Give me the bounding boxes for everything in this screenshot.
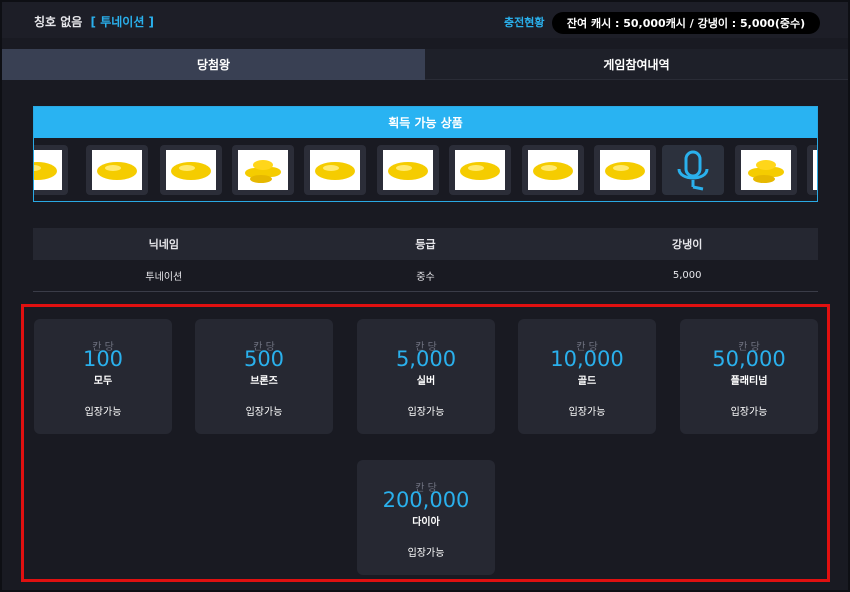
prize-item <box>34 145 68 195</box>
header-corn: 강냉이 <box>671 238 703 251</box>
room-status: 입장가능 <box>407 407 445 418</box>
prize-item <box>662 145 724 195</box>
prize-item <box>807 145 817 195</box>
prize-item <box>449 145 511 195</box>
user-title: 칭호 없음 [ 투네이션 ] <box>34 13 154 30</box>
corn-icon <box>528 150 578 190</box>
tab-game-history[interactable]: 게임참여내역 <box>425 49 848 80</box>
prize-panel-title: 획득 가능 상품 <box>34 107 817 138</box>
tab-winners[interactable]: 당첨왕 <box>2 49 425 80</box>
room-amount: 50,000 <box>712 347 786 371</box>
nickname-link[interactable]: [ 투네이션 ] <box>91 15 155 29</box>
prize-item <box>522 145 584 195</box>
room-card-50000[interactable]: 칸 당 50,000 플래티넘 입장가능 <box>680 319 818 434</box>
room-card-10000[interactable]: 칸 당 10,000 골드 입장가능 <box>518 319 656 434</box>
corn-icon <box>383 150 433 190</box>
microphone-icon <box>673 149 713 191</box>
cell-grade: 중수 <box>416 272 435 283</box>
prize-item <box>86 145 148 195</box>
corn-icon <box>34 150 62 190</box>
header-nickname: 닉네임 <box>148 238 180 251</box>
cell-corn: 5,000 <box>672 270 702 281</box>
user-info-table: 닉네임 등급 강냉이 투네이션 중수 5,000 <box>33 228 818 292</box>
cell-nickname: 투네이션 <box>145 272 183 283</box>
prize-item <box>304 145 366 195</box>
charge-status-link[interactable]: 충전현황 <box>504 14 544 30</box>
room-card-5000[interactable]: 칸 당 5,000 실버 입장가능 <box>357 319 495 434</box>
room-amount: 500 <box>243 347 285 371</box>
corn-icon <box>166 150 216 190</box>
room-amount: 100 <box>82 347 124 371</box>
balance-badge: 잔여 캐시 : 50,000캐시 / 강냉이 : 5,000(중수) <box>552 12 820 34</box>
room-card-200000[interactable]: 칸 당 200,000 다이아 입장가능 <box>357 460 495 575</box>
table-header: 닉네임 등급 강냉이 <box>33 228 818 260</box>
room-status: 입장가능 <box>568 407 606 418</box>
room-status: 입장가능 <box>407 548 445 559</box>
room-card-500[interactable]: 칸 당 500 브론즈 입장가능 <box>195 319 333 434</box>
prize-item <box>232 145 294 195</box>
room-status: 입장가능 <box>730 407 768 418</box>
corn-icon <box>813 150 817 190</box>
title-label: 칭호 없음 <box>34 15 83 29</box>
corn-pile-icon <box>741 150 791 190</box>
prize-item <box>160 145 222 195</box>
room-amount: 200,000 <box>382 488 470 512</box>
room-grade: 골드 <box>577 376 597 387</box>
room-grade: 모두 <box>93 376 113 387</box>
corn-pile-icon <box>238 150 288 190</box>
corn-icon <box>92 150 142 190</box>
room-grade: 브론즈 <box>250 376 278 387</box>
prize-panel: 획득 가능 상품 <box>33 106 818 202</box>
prize-item <box>735 145 797 195</box>
room-status: 입장가능 <box>245 407 283 418</box>
top-bar: 칭호 없음 [ 투네이션 ] 충전현황 잔여 캐시 : 50,000캐시 / 강… <box>2 2 848 38</box>
table-row: 투네이션 중수 5,000 <box>33 260 818 292</box>
tab-bar: 당첨왕 게임참여내역 <box>2 49 848 80</box>
header-grade: 등급 <box>415 238 436 251</box>
corn-icon <box>310 150 360 190</box>
prize-carousel[interactable] <box>34 138 817 201</box>
room-status: 입장가능 <box>84 407 122 418</box>
room-card-100[interactable]: 칸 당 100 모두 입장가능 <box>34 319 172 434</box>
room-grade: 플래티넘 <box>730 376 768 387</box>
corn-icon <box>600 150 650 190</box>
prize-item <box>377 145 439 195</box>
corn-icon <box>455 150 505 190</box>
room-grade: 실버 <box>416 376 436 387</box>
room-amount: 10,000 <box>550 347 624 371</box>
room-grade: 다이아 <box>412 517 440 528</box>
prize-item <box>594 145 656 195</box>
room-amount: 5,000 <box>395 347 457 371</box>
